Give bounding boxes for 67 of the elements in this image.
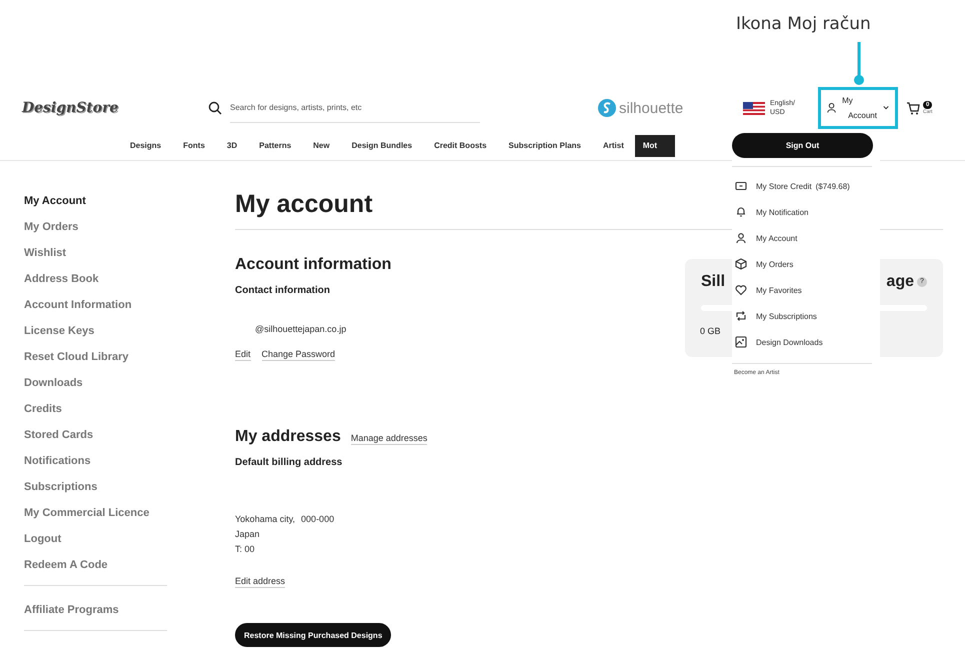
sidebar-item[interactable]: Credits (24, 399, 167, 425)
section-heading: My addresses (235, 428, 341, 446)
sidebar-item[interactable]: Notifications (24, 451, 167, 477)
address-country: Japan (235, 528, 261, 541)
box-icon (735, 258, 747, 270)
edit-address-link[interactable]: Edit address (235, 576, 286, 588)
sidebar-item[interactable]: Affiliate Programs (24, 600, 167, 626)
nav-link[interactable]: Credit Boosts (423, 135, 498, 157)
sidebar-item[interactable]: Subscriptions (24, 477, 167, 503)
nav-link[interactable]: 3D (216, 135, 248, 157)
sidebar-item[interactable]: Account Information (24, 295, 167, 321)
subheading: Contact information (235, 285, 331, 296)
sidebar-item[interactable]: Wishlist (24, 243, 167, 269)
menu-item[interactable]: Design Downloads (732, 329, 880, 355)
manage-addresses-link[interactable]: Manage addresses (350, 433, 428, 445)
repeat-icon (735, 310, 747, 322)
brand-name: silhouette (619, 100, 684, 116)
brand-logo-icon (598, 99, 616, 117)
logo[interactable]: DesignStore (22, 100, 122, 116)
email-text: @silhouettejapan.co.jp (255, 324, 348, 334)
sidebar-item[interactable]: Downloads (24, 373, 167, 399)
address-postcode: 000-000 (301, 514, 334, 524)
sidebar-item[interactable]: My Commercial Licence (24, 503, 167, 529)
nav-link[interactable]: Designs (130, 135, 172, 157)
chevron-down-icon (882, 105, 889, 111)
sign-out-button[interactable]: Sign Out (732, 133, 873, 158)
nav-link[interactable]: New (302, 135, 341, 157)
wallet-icon (735, 180, 747, 192)
leader-line (854, 42, 864, 86)
annotation-label: Ikona Moj račun (736, 14, 872, 34)
sidebar-item[interactable]: My Orders (24, 217, 167, 243)
nav-link[interactable]: Artist (592, 135, 635, 157)
nav-link[interactable]: Subscription Plans (498, 135, 592, 157)
nav-link[interactable]: Mot (634, 135, 675, 157)
menu-item[interactable]: My Orders (732, 251, 880, 277)
menu-item[interactable]: My Favorites (732, 277, 880, 303)
user-icon (735, 232, 747, 244)
bell-icon (735, 206, 747, 218)
sidebar-item[interactable]: Address Book (24, 269, 167, 295)
sidebar-item[interactable]: Stored Cards (24, 425, 167, 451)
restore-button[interactable]: Restore Missing Purchased Designs (235, 623, 392, 647)
subheading: Default billing address (235, 457, 344, 468)
cart-icon (906, 102, 920, 114)
text-link[interactable]: Edit (235, 349, 251, 361)
menu-item[interactable]: My Notification (732, 199, 880, 225)
sidebar-item[interactable]: Redeem A Code (24, 555, 167, 581)
account-button[interactable]: My Account (818, 87, 898, 129)
menu-item[interactable]: My Subscriptions (732, 303, 880, 329)
sidebar-item[interactable]: License Keys (24, 321, 167, 347)
card-title: Sill (701, 273, 726, 291)
nav-link[interactable]: Fonts (172, 135, 216, 157)
text-link[interactable]: Change Password (262, 349, 336, 361)
sidebar-item[interactable]: My Account (24, 191, 167, 217)
storage-reading: 0 GB (700, 326, 722, 336)
flag-icon (743, 102, 765, 114)
address-city: Yokohama city, (235, 514, 296, 524)
sidebar-item[interactable]: Reset Cloud Library (24, 347, 167, 373)
card-title: age (886, 273, 914, 291)
nav-link[interactable]: Design Bundles (340, 135, 424, 157)
nav-link[interactable]: Patterns (248, 135, 302, 157)
heart-icon (735, 284, 747, 296)
search-icon (208, 101, 222, 115)
sidebar-item[interactable]: Logout (24, 529, 167, 555)
address-phone: T: 00 (235, 543, 256, 556)
section-heading: Account information (235, 256, 392, 274)
user-icon (827, 101, 836, 115)
image-icon (735, 336, 747, 348)
